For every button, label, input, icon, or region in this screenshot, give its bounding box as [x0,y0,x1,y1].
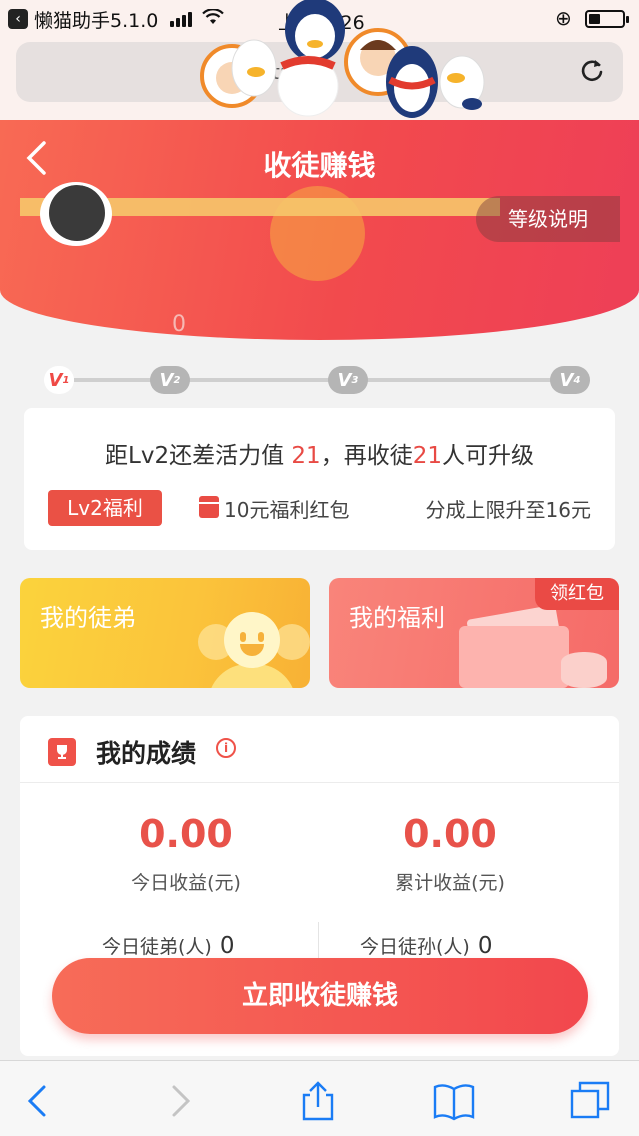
info-icon[interactable]: i [216,738,236,758]
red-envelope-icon [199,496,219,518]
level-node-2: V2 [150,366,190,394]
address-bar[interactable]: tr [16,42,623,102]
get-redpack-tag[interactable]: 领红包 [535,578,619,610]
upgrade-text-prefix: 距Lv2还差活力值 [105,443,292,469]
level-track: V1 V2 V3 V4 [44,366,592,396]
level-node-3: V3 [328,366,368,394]
perk-redpack: 10元福利红包 [224,498,350,522]
wifi-icon [202,7,225,30]
back-to-app-label[interactable]: 懒猫助手5.1.0 [34,6,158,33]
share-icon[interactable] [296,1079,340,1123]
avatar[interactable] [40,182,112,246]
clock: 上午 9:26 [278,12,365,34]
browser-chrome: tr [0,38,639,120]
divider [20,782,619,783]
level-description-button[interactable]: 等级说明 [476,196,620,242]
upgrade-requirement: 距Lv2还差活力值 21，再收徒21人可升级 [24,436,615,470]
address-text[interactable]: tr [272,60,288,84]
today-grand-disciples-label: 今日徒孙(人) [360,936,470,958]
envelope-icon [459,626,569,688]
today-income-value: 0.00 [139,812,233,856]
status-bar: ‹ 懒猫助手5.1.0 上午 9:26 ⊕ [0,0,639,38]
bookmarks-icon[interactable] [432,1079,476,1123]
signal-icon [170,11,193,27]
back-to-app-icon[interactable]: ‹ [8,9,28,29]
total-income-value: 0.00 [403,812,497,856]
level-card: 距Lv2还差活力值 21，再收徒21人可升级 Lv2福利 10元福利红包 分成上… [24,408,615,550]
disciples-needed: 21 [412,443,442,469]
page-title: 收徒赚钱 [263,149,376,182]
my-welfare-card[interactable]: 我的福利 领红包 [329,578,619,688]
forward-arrow-icon[interactable] [158,1079,202,1123]
today-disciples-value: 0 [219,933,235,959]
rotation-lock-icon: ⊕ [555,6,572,30]
battery-icon [585,10,629,28]
achievements-title: 我的成绩 [96,739,197,768]
recruit-now-button[interactable]: 立即收徒赚钱 [52,958,588,1034]
back-arrow-icon[interactable] [16,1079,60,1123]
upgrade-text-suffix: 人可升级 [441,443,534,469]
today-income: 0.00 今日收益(元) [56,812,316,895]
today-grand-disciples-value: 0 [477,933,493,959]
divider [318,922,319,962]
total-income-label: 累计收益(元) [395,872,505,894]
upgrade-text-middle: ，再收徒 [320,443,413,469]
trophy-icon [48,738,76,766]
today-income-label: 今日收益(元) [131,872,241,894]
my-disciples-card[interactable]: 我的徒弟 [20,578,310,688]
coin-stack-icon [561,652,607,688]
tabs-icon[interactable] [568,1079,612,1123]
my-disciples-title: 我的徒弟 [40,604,136,632]
page-header: 收徒赚钱 等级说明 [0,120,639,340]
today-disciples: 今日徒弟(人) 0 [102,932,234,959]
battery-fill [589,14,600,24]
today-grand-disciples: 今日徒孙(人) 0 [360,932,492,959]
track-line [74,378,572,382]
perk-share-limit: 分成上限升至16元 [425,498,591,522]
smiley-icon [198,604,310,688]
my-welfare-title: 我的福利 [349,604,445,632]
reload-icon[interactable] [577,56,607,86]
today-disciples-label: 今日徒弟(人) [102,936,212,958]
energy-needed: 21 [291,443,321,469]
browser-toolbar [0,1060,639,1136]
level-node-4: V4 [550,366,590,394]
faint-value: 0 [172,312,186,337]
perk-badge: Lv2福利 [48,490,162,526]
level-node-1: V1 [44,366,74,394]
avatar-image [49,185,105,241]
total-income: 0.00 累计收益(元) [320,812,580,895]
